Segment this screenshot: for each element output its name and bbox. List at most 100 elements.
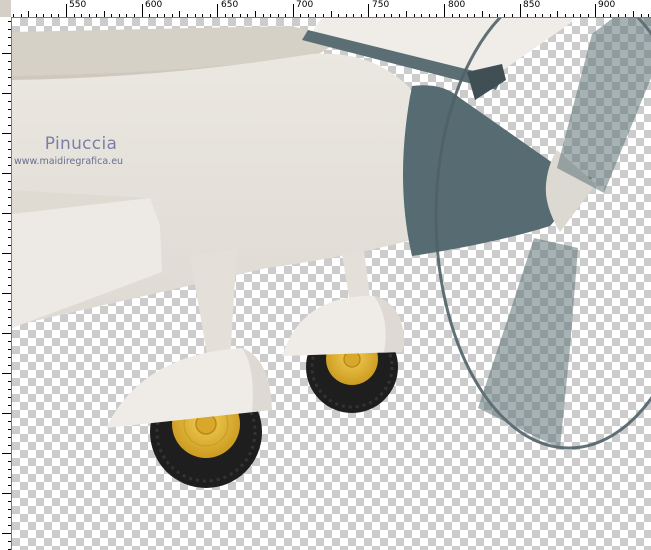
ruler-tick (520, 4, 521, 17)
ruler-tick (8, 349, 11, 350)
ruler-tick (74, 14, 75, 17)
ruler-tick (331, 11, 332, 17)
ruler-tick (247, 14, 248, 17)
ruler-tick (550, 14, 551, 17)
ruler-tick (2, 253, 11, 254)
ruler-tick (104, 11, 105, 17)
ruler-tick (429, 14, 430, 17)
ruler-tick (8, 205, 11, 206)
ruler-tick (8, 221, 11, 222)
ruler-tick (21, 14, 22, 17)
ruler-tick (263, 14, 264, 17)
ruler-tick (338, 14, 339, 17)
ruler-tick (8, 157, 11, 158)
ruler-tick (368, 4, 369, 17)
ruler-tick (285, 14, 286, 17)
ruler-tick (134, 14, 135, 17)
ruler-tick (399, 14, 400, 17)
ruler-tick (187, 14, 188, 17)
ruler-tick (13, 14, 14, 17)
propeller-blade-upper (557, 18, 651, 193)
ruler-tick (8, 485, 11, 486)
ruler-label: 800 (448, 0, 466, 10)
ruler-tick (467, 14, 468, 17)
ruler-tick (8, 109, 11, 110)
ruler-tick (8, 125, 11, 126)
ruler-label: 850 (523, 0, 541, 10)
ruler-tick (353, 14, 354, 17)
ruler-tick (489, 14, 490, 17)
ruler-tick (8, 341, 11, 342)
vertical-ruler[interactable] (0, 17, 12, 550)
ruler-tick (2, 533, 11, 534)
ruler-tick (8, 69, 11, 70)
ruler-tick (535, 14, 536, 17)
ruler-tick (8, 181, 11, 182)
ruler-tick (2, 333, 11, 334)
ruler-tick (648, 14, 649, 17)
ruler-tick (8, 429, 11, 430)
ruler-tick (232, 14, 233, 17)
ruler-tick (8, 85, 11, 86)
ruler-tick (641, 14, 642, 17)
image-canvas[interactable]: Pinuccia www.maidiregrafica.eu (12, 18, 651, 550)
ruler-tick (8, 461, 11, 462)
ruler-tick (96, 14, 97, 17)
ruler-tick (8, 365, 11, 366)
ruler-tick (588, 14, 589, 17)
ruler-tick (557, 11, 558, 17)
ruler-tick (323, 14, 324, 17)
ruler-tick (164, 14, 165, 17)
ruler-tick (66, 4, 67, 17)
ruler-tick (603, 14, 604, 17)
ruler-tick (625, 14, 626, 17)
ruler-tick (2, 213, 11, 214)
gear-leg-left (190, 248, 237, 360)
ruler-tick (2, 453, 11, 454)
ruler-label: 750 (372, 0, 390, 10)
ruler-tick (51, 14, 52, 17)
ruler-tick (8, 445, 11, 446)
ruler-tick (8, 357, 11, 358)
ruler-tick (315, 14, 316, 17)
ruler-tick (142, 4, 143, 17)
ruler-tick (2, 373, 11, 374)
ruler-tick (8, 381, 11, 382)
ruler-tick (391, 14, 392, 17)
ruler-tick (8, 261, 11, 262)
ruler-label: 900 (598, 0, 616, 10)
ruler-tick (8, 197, 11, 198)
ruler-label: 550 (69, 0, 87, 10)
ruler-tick (8, 229, 11, 230)
ruler-tick (119, 14, 120, 17)
ruler-tick (2, 53, 11, 54)
ruler-tick (8, 397, 11, 398)
ruler-tick (8, 285, 11, 286)
ruler-label: 700 (296, 0, 314, 10)
ruler-tick (8, 277, 11, 278)
ruler-label: 650 (221, 0, 239, 10)
ruler-tick (565, 14, 566, 17)
editor-workspace: 550 600 650 700 750 800 850 900 Pinuccia… (0, 0, 651, 550)
propeller-blade-lower (478, 238, 578, 448)
ruler-tick (346, 14, 347, 17)
ruler-tick (89, 14, 90, 17)
ruler-tick (2, 413, 11, 414)
ruler-tick (406, 11, 407, 17)
ruler-tick (210, 14, 211, 17)
ruler-tick (573, 14, 574, 17)
ruler-tick (2, 93, 11, 94)
ruler-tick (255, 11, 256, 17)
ruler-tick (270, 14, 271, 17)
ruler-tick (179, 11, 180, 17)
ruler-tick (8, 509, 11, 510)
ruler-tick (2, 493, 11, 494)
horizontal-ruler[interactable]: 550 600 650 700 750 800 850 900 (11, 0, 651, 18)
ruler-tick (157, 14, 158, 17)
ruler-tick (8, 301, 11, 302)
ruler-tick (8, 269, 11, 270)
ruler-tick (8, 141, 11, 142)
ruler-tick (81, 14, 82, 17)
ruler-tick (452, 14, 453, 17)
ruler-tick (504, 14, 505, 17)
